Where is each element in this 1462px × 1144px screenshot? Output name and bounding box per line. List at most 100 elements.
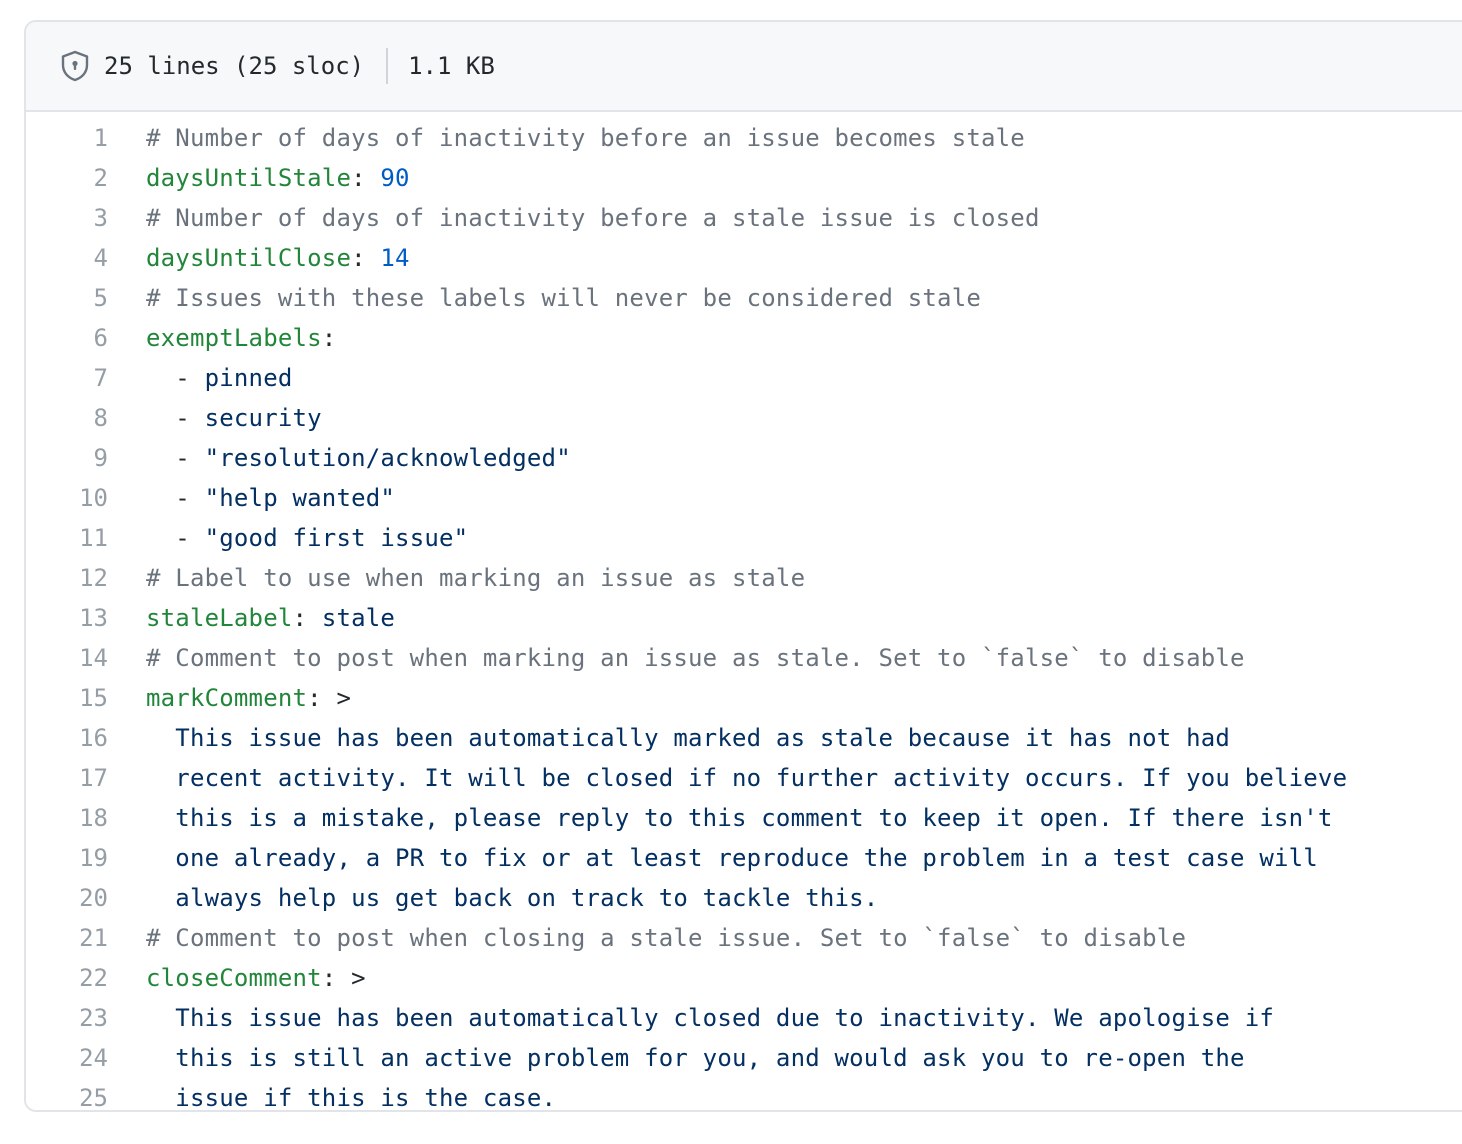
code-line: 23 This issue has been automatically clo…	[26, 998, 1462, 1038]
code-token: :	[351, 164, 381, 192]
code-token: -	[146, 444, 205, 472]
code-token: # Issues with these labels will never be…	[146, 284, 982, 312]
code-line: 7 - pinned	[26, 358, 1462, 398]
shield-icon[interactable]	[60, 50, 90, 82]
line-content: # Issues with these labels will never be…	[146, 278, 1462, 318]
code-line: 19 one already, a PR to fix or at least …	[26, 838, 1462, 878]
code-line: 22 closeComment: >	[26, 958, 1462, 998]
code-token: # Comment to post when closing a stale i…	[146, 924, 1187, 952]
line-number[interactable]: 15	[26, 678, 146, 718]
code-line: 25 issue if this is the case.	[26, 1078, 1462, 1112]
file-size: 1.1 KB	[408, 52, 495, 80]
code-token: This issue has been automatically marked…	[146, 724, 1231, 752]
code-token: exemptLabels	[146, 324, 322, 352]
code-line: 24 this is still an active problem for y…	[26, 1038, 1462, 1078]
line-number[interactable]: 12	[26, 558, 146, 598]
code-token: one already, a PR to fix or at least rep…	[146, 844, 1318, 872]
line-number[interactable]: 24	[26, 1038, 146, 1078]
line-content: # Comment to post when marking an issue …	[146, 638, 1462, 678]
code-token: This issue has been automatically closed…	[146, 1004, 1274, 1032]
line-content: - pinned	[146, 358, 1462, 398]
code-line: 1 # Number of days of inactivity before a…	[26, 118, 1462, 158]
line-number[interactable]: 13	[26, 598, 146, 638]
line-content: always help us get back on track to tack…	[146, 878, 1462, 918]
line-content: one already, a PR to fix or at least rep…	[146, 838, 1462, 878]
code-token: "resolution/acknowledged"	[204, 444, 571, 472]
code-token: security	[204, 404, 322, 432]
line-number[interactable]: 5	[26, 278, 146, 318]
line-number[interactable]: 17	[26, 758, 146, 798]
line-number[interactable]: 23	[26, 998, 146, 1038]
code-line: 13 staleLabel: stale	[26, 598, 1462, 638]
file-viewer: 25 lines (25 sloc) 1.1 KB 1 # Number of d…	[24, 20, 1462, 1112]
code-line: 16 This issue has been automatically mar…	[26, 718, 1462, 758]
line-content: # Number of days of inactivity before a …	[146, 198, 1462, 238]
code-token: # Comment to post when marking an issue …	[146, 644, 1245, 672]
line-number[interactable]: 18	[26, 798, 146, 838]
code-token: :	[292, 604, 322, 632]
line-number[interactable]: 2	[26, 158, 146, 198]
code-token: markComment	[146, 684, 308, 712]
code-token: this is still an active problem for you,…	[146, 1044, 1245, 1072]
line-number[interactable]: 7	[26, 358, 146, 398]
line-number[interactable]: 4	[26, 238, 146, 278]
code-token: daysUntilStale	[146, 164, 352, 192]
line-number[interactable]: 6	[26, 318, 146, 358]
code-token: issue if this is the case.	[146, 1084, 557, 1112]
code-body: 1 # Number of days of inactivity before a…	[26, 112, 1462, 1112]
code-line: 10 - "help wanted"	[26, 478, 1462, 518]
code-line: 5 # Issues with these labels will never b…	[26, 278, 1462, 318]
code-token: -	[146, 484, 205, 512]
file-header: 25 lines (25 sloc) 1.1 KB	[26, 22, 1462, 112]
line-content: staleLabel: stale	[146, 598, 1462, 638]
code-token: # Number of days of inactivity before a …	[146, 204, 1040, 232]
line-number[interactable]: 21	[26, 918, 146, 958]
line-content: # Label to use when marking an issue as …	[146, 558, 1462, 598]
line-number[interactable]: 22	[26, 958, 146, 998]
line-number[interactable]: 10	[26, 478, 146, 518]
line-content: - "resolution/acknowledged"	[146, 438, 1462, 478]
code-line: 17 recent activity. It will be closed if…	[26, 758, 1462, 798]
line-content: recent activity. It will be closed if no…	[146, 758, 1462, 798]
line-content: this is a mistake, please reply to this …	[146, 798, 1462, 838]
line-content: # Number of days of inactivity before an…	[146, 118, 1462, 158]
line-content: this is still an active problem for you,…	[146, 1038, 1462, 1078]
line-number[interactable]: 3	[26, 198, 146, 238]
code-line: 9 - "resolution/acknowledged"	[26, 438, 1462, 478]
line-number[interactable]: 20	[26, 878, 146, 918]
code-token: -	[146, 404, 205, 432]
line-number[interactable]: 11	[26, 518, 146, 558]
code-token: recent activity. It will be closed if no…	[146, 764, 1348, 792]
line-number[interactable]: 25	[26, 1078, 146, 1110]
code-token: "good first issue"	[204, 524, 469, 552]
line-number[interactable]: 1	[26, 118, 146, 158]
line-content: - "help wanted"	[146, 478, 1462, 518]
code-line: 8 - security	[26, 398, 1462, 438]
line-number[interactable]: 14	[26, 638, 146, 678]
code-token: # Number of days of inactivity before an…	[146, 124, 1025, 152]
code-token: stale	[321, 604, 396, 632]
line-content: issue if this is the case.	[146, 1078, 1462, 1112]
line-number[interactable]: 16	[26, 718, 146, 758]
code-line: 2 daysUntilStale: 90	[26, 158, 1462, 198]
line-count-info: 25 lines (25 sloc)	[104, 52, 365, 80]
line-number[interactable]: 9	[26, 438, 146, 478]
code-token: closeComment	[146, 964, 322, 992]
code-token: : >	[307, 684, 352, 712]
code-token: : >	[321, 964, 366, 992]
line-content: - security	[146, 398, 1462, 438]
code-line: 6 exemptLabels:	[26, 318, 1462, 358]
line-number[interactable]: 8	[26, 398, 146, 438]
code-line: 4 daysUntilClose: 14	[26, 238, 1462, 278]
line-content: daysUntilStale: 90	[146, 158, 1462, 198]
line-content: daysUntilClose: 14	[146, 238, 1462, 278]
line-content: exemptLabels:	[146, 318, 1462, 358]
code-line: 20 always help us get back on track to t…	[26, 878, 1462, 918]
code-token: daysUntilClose	[146, 244, 352, 272]
line-content: This issue has been automatically closed…	[146, 998, 1462, 1038]
line-number[interactable]: 19	[26, 838, 146, 878]
header-divider	[386, 48, 389, 84]
line-content: closeComment: >	[146, 958, 1462, 998]
line-content: This issue has been automatically marked…	[146, 718, 1462, 758]
code-token: 14	[380, 244, 410, 272]
